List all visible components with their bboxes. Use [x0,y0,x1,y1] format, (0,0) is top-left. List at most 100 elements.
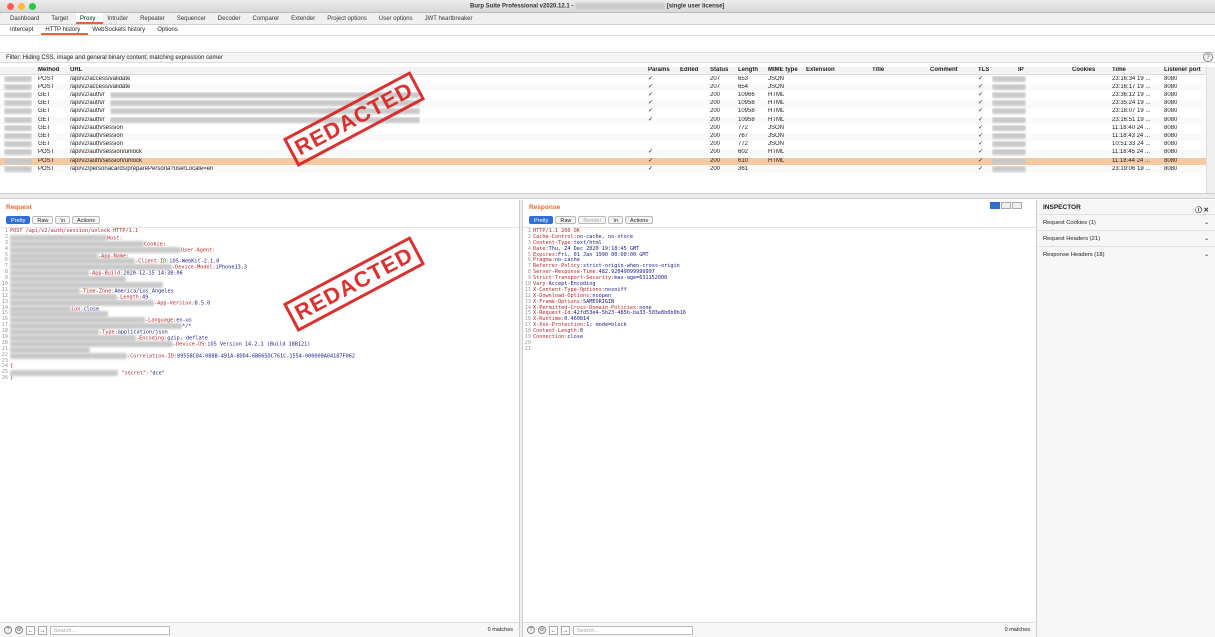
column-header-cookies[interactable]: Cookies [1072,67,1095,75]
inspector-section[interactable]: Request Cookies (1) ⌄ [1037,214,1215,230]
response-tab-render[interactable]: Render [578,215,607,224]
table-row[interactable]: GET/api/v2/auth/r ✓ 200 10966 HTML ✓ 23:36:12 … [0,91,1206,100]
help-icon[interactable]: ? [527,626,535,634]
main-tab-decoder[interactable]: Decoder [214,13,249,24]
response-tab-actions[interactable]: Actions [625,215,654,224]
table-row[interactable]: GET/api/v2/auth/session 200 772 JSON ✓ 10:51:… [0,141,1206,149]
sub-tab-intercept[interactable]: Intercept [6,25,41,35]
sub-tab-websockets-history[interactable]: WebSockets history [88,25,153,35]
help-icon[interactable]: ? [4,626,12,634]
row-redacted-id [4,116,32,125]
request-editor[interactable]: 1 POST /api/v2/auth/session/unlock HTTP/1… [0,227,519,622]
table-scrollbar[interactable] [1206,67,1215,193]
inspector-section-label: Request Headers (21) [1043,236,1101,242]
pane-splitter[interactable] [0,193,1215,199]
table-row[interactable]: GET/api/v2/auth/session 200 767 JSON ✓ 11:18:… [0,132,1206,141]
request-tab-pretty[interactable]: Pretty [6,215,31,224]
forward-arrow-icon[interactable]: → [561,625,570,635]
table-row[interactable]: POST/api/v2/auth/session/unlock ✓ 200 602 HT… [0,149,1206,158]
column-header-time[interactable]: Time [1112,67,1126,75]
inspector-section[interactable]: Request Headers (21) ⌄ [1037,230,1215,246]
main-tab-intruder[interactable]: Intruder [103,13,136,24]
layout-side-by-side-button[interactable] [990,202,1000,209]
cell-tls: ✓ [978,100,984,107]
main-tab-extender[interactable]: Extender [287,13,323,24]
cell-port: 8080 [1164,141,1178,148]
column-header-extension[interactable]: Extension [806,67,835,75]
response-search-input[interactable]: Search... [573,625,693,635]
main-tab-project-options[interactable]: Project options [323,13,375,24]
header-value: 42fd53e4-5b23-485b-ba33-503e8b0b0b16 [573,310,687,317]
main-tab-user-options[interactable]: User options [375,13,421,24]
column-header-mime-type[interactable]: MIME type [768,67,798,75]
zoom-window-button[interactable] [29,3,36,10]
table-row[interactable]: POST/api/v2/personacards/preparePersona?… [0,165,1206,174]
table-row[interactable]: POST/api/v2/access/validate ✓ 207 654 JSON ✓ 2… [0,83,1206,92]
request-tab-newline[interactable]: \n [55,215,70,224]
chevron-down-icon[interactable]: ⌄ [1204,236,1209,242]
cell-mime: HTML [768,116,785,123]
column-header-edited[interactable]: Edited [680,67,698,75]
request-tab-raw[interactable]: Raw [32,215,54,224]
back-arrow-icon[interactable]: ← [26,625,35,635]
column-header-status[interactable]: Status [710,67,728,75]
cell-status: 200 [710,165,721,172]
close-icon[interactable]: ✕ [1204,207,1209,214]
back-arrow-icon[interactable]: ← [549,625,558,635]
response-tab-raw[interactable]: Raw [555,215,577,224]
filter-bar[interactable]: Filter: Hiding CSS, image and general bi… [0,52,1215,63]
main-tab-comparer[interactable]: Comparer [248,13,287,24]
main-tab-sequencer[interactable]: Sequencer [173,13,214,24]
response-tab-newline[interactable]: \n [608,215,624,224]
inspector-section[interactable]: Response Headers (18) ⌄ [1037,246,1215,262]
ip-redacted [992,141,1026,149]
column-header-method[interactable]: Method [38,67,59,75]
table-row[interactable]: GET/api/v2/auth/r ✓ 200 10958 HTML ✓ 23:35:24 … [0,100,1206,108]
sub-tab-options[interactable]: Options [153,25,186,35]
row-redacted-id [4,157,32,166]
settings-gear-icon[interactable]: ⚙ [15,626,23,634]
help-icon[interactable]: ⓘ [1195,207,1202,214]
chevron-down-icon[interactable]: ⌄ [1204,220,1209,226]
main-tab-target[interactable]: Target [47,13,76,24]
settings-gear-icon[interactable]: ⚙ [538,626,546,634]
cell-port: 8080 [1164,108,1178,115]
column-header-length[interactable]: Length [738,67,758,75]
column-header-listener-port[interactable]: Listener port [1164,67,1201,75]
redacted-text [10,346,90,353]
column-header-title[interactable]: Title [872,67,884,75]
close-window-button[interactable] [7,3,14,10]
sub-tab-http-history[interactable]: HTTP history [41,25,89,35]
minimize-window-button[interactable] [18,3,25,10]
cell-status: 200 [710,116,721,123]
response-editor[interactable]: 1 HTTP/1.1 200 OK 2 Cache-Control:no-cache,… [523,227,1036,622]
cell-status: 207 [710,83,721,90]
layout-stacked-button[interactable] [1001,202,1011,209]
request-search-input[interactable]: Search... [50,625,170,635]
table-row[interactable]: GET/api/v2/auth/session 200 772 JSON ✓ 11:18:… [0,124,1206,133]
table-row[interactable]: GET/api/v2/auth/r ✓ 200 10958 HTML ✓ 23:16:51 … [0,116,1206,125]
main-tab-dashboard[interactable]: Dashboard [6,13,47,24]
cell-params: ✓ [648,165,654,172]
column-header-tls[interactable]: TLS [978,67,989,75]
column-header-params[interactable]: Params [648,67,670,75]
main-tab-jwt-heartbreaker[interactable]: JWT heartbreaker [421,13,481,24]
column-header-ip[interactable]: IP [1018,67,1024,75]
table-row[interactable]: GET/api/v2/auth/r ✓ 200 10958 HTML ✓ 23:18:07 … [0,108,1206,116]
table-row[interactable]: POST/api/v2/auth/session/unlock ✓ 200 610 HT… [0,157,1206,166]
request-tab-actions[interactable]: Actions [71,215,101,224]
cell-url: /api/v2/auth/r [70,116,105,123]
cell-url: /api/v2/auth/r [70,108,105,115]
main-tab-repeater[interactable]: Repeater [136,13,173,24]
table-row[interactable]: POST/api/v2/access/validate ✓ 207 653 JSON ✓ 2… [0,75,1206,84]
help-icon[interactable]: ? [1203,52,1213,62]
column-header-url[interactable]: URL [70,67,82,75]
layout-tabs-button[interactable] [1012,202,1022,209]
response-tab-pretty[interactable]: Pretty [529,215,554,224]
main-tab-proxy[interactable]: Proxy [76,13,104,24]
chevron-down-icon[interactable]: ⌄ [1204,252,1209,258]
column-header-comment[interactable]: Comment [930,67,958,75]
cell-url: /api/v2/access/validate [70,83,131,90]
cell-status: 200 [710,132,721,139]
forward-arrow-icon[interactable]: → [38,625,47,635]
